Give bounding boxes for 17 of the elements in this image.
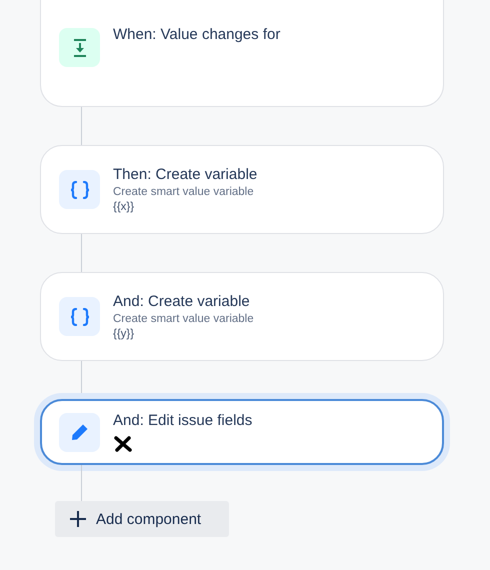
step-description: Create smart value variable: [113, 186, 255, 198]
step-card[interactable]: Then: Create variable Create smart value variable {{x}}: [40, 145, 444, 234]
step-card[interactable]: When: Value changes for: [40, 0, 444, 107]
braces-icon: [70, 180, 90, 198]
step-title: And: Create variable: [113, 293, 251, 310]
variable-name: {{y}}: [113, 328, 136, 340]
step-title: Then: Create variable: [113, 166, 258, 183]
step-title: And: Edit issue fields: [113, 412, 254, 429]
braces-icon: [70, 308, 90, 326]
plus-icon: [69, 510, 87, 528]
pencil-icon: [70, 423, 88, 441]
step-description: Create smart value variable: [113, 313, 255, 325]
download-icon: [72, 38, 88, 58]
step-title: When: Value changes for: [113, 26, 282, 43]
add-component-button[interactable]: Add component: [55, 501, 229, 537]
variable-name: {{x}}: [113, 201, 136, 213]
step-card[interactable]: And: Create variable Create smart value variable {{y}}: [40, 272, 444, 361]
